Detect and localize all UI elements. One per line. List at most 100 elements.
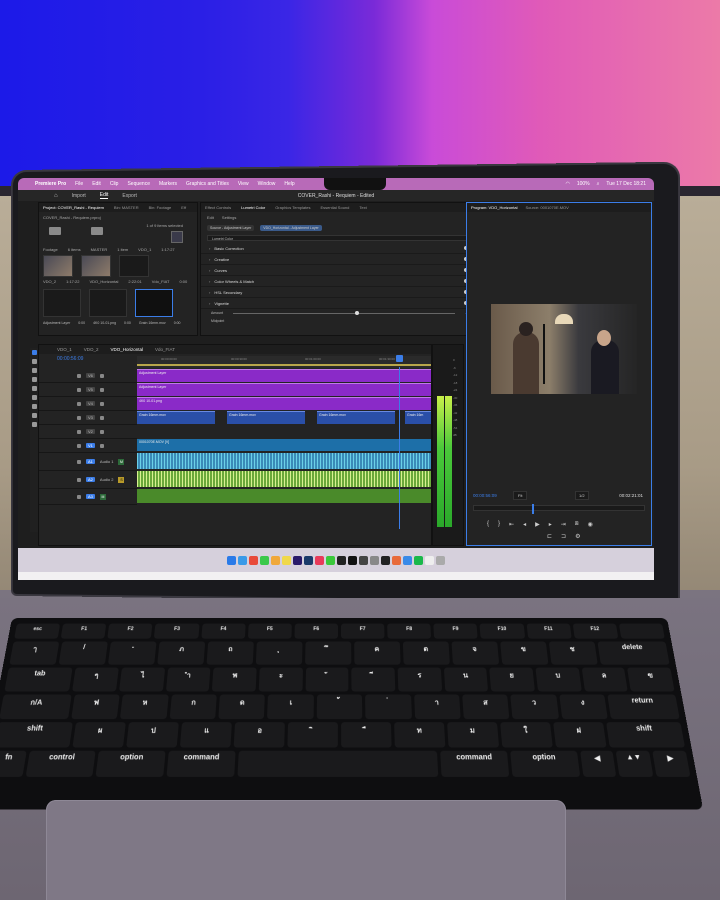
eye-icon[interactable] [99, 429, 104, 434]
dock-chrome-icon[interactable] [249, 555, 258, 565]
clip-audio-a3[interactable] [137, 489, 431, 503]
key-[interactable]: ี [351, 667, 396, 692]
dock-spotify-icon[interactable] [414, 555, 423, 565]
menubar-clock[interactable]: Tue 17 Dec 18:21 [606, 181, 646, 187]
go-to-out-icon[interactable]: ⇥ [561, 521, 566, 528]
timeline-playhead[interactable] [396, 355, 403, 529]
tab-essential-sound[interactable]: Essential Sound [320, 205, 349, 210]
key-shift[interactable]: shift [605, 722, 686, 748]
key-F9[interactable]: F9 [433, 623, 479, 639]
track-select-icon[interactable] [31, 359, 37, 364]
key-[interactable]: ช [548, 641, 598, 665]
menu-clip[interactable]: Clip [110, 181, 119, 187]
dock-premiere-icon[interactable] [293, 555, 302, 565]
menu-graphics[interactable]: Graphics and Titles [186, 181, 229, 187]
key-[interactable]: ◀ [579, 750, 617, 777]
clip-audio-a2[interactable] [137, 471, 431, 487]
key-[interactable]: ▲▼ [616, 750, 654, 777]
track-label[interactable]: A2 [86, 477, 95, 482]
lock-icon[interactable] [77, 494, 81, 499]
key-[interactable]: น [443, 667, 489, 692]
step-back-icon[interactable]: ◂ [523, 521, 526, 528]
mute-button[interactable]: M [99, 493, 106, 500]
project-item[interactable] [81, 255, 111, 277]
tab-source[interactable]: Source: 0001070E.MOV [525, 205, 568, 210]
tab-program[interactable]: Program: VDO_Horizontal [471, 205, 517, 210]
program-scrubber[interactable] [473, 504, 645, 514]
key-[interactable]: ุ [255, 641, 303, 665]
project-item[interactable] [89, 289, 127, 317]
tab-text[interactable]: Text [359, 205, 366, 210]
key-esc[interactable]: esc [14, 623, 61, 639]
lock-icon[interactable] [77, 429, 81, 434]
key-[interactable]: ผ [72, 722, 127, 748]
play-icon[interactable]: ▶ [535, 521, 540, 528]
track-label[interactable]: A1 [86, 459, 95, 464]
tab-seq-vdo1[interactable]: VDO_1 [57, 347, 72, 352]
project-item[interactable] [43, 289, 81, 317]
key-F8[interactable]: F8 [387, 623, 432, 639]
extract-icon[interactable]: ⊐ [561, 533, 566, 540]
wifi-icon[interactable]: ◠ [565, 181, 569, 187]
project-item-selected[interactable] [135, 289, 173, 317]
clip-adjustment-2[interactable]: Adjustment Layer [137, 383, 431, 396]
project-item[interactable] [43, 255, 73, 277]
track-label[interactable]: V4 [86, 401, 95, 406]
clip-png[interactable]: 4K0 10-01.png [137, 397, 431, 410]
key-space[interactable] [618, 623, 665, 639]
dock-safari-icon[interactable] [238, 555, 247, 565]
slip-icon[interactable] [31, 386, 37, 391]
vignette-amount-slider[interactable]: Amount -0.7 [201, 309, 481, 317]
key-F6[interactable]: F6 [294, 623, 338, 639]
touchpad[interactable] [46, 800, 566, 900]
key-[interactable]: ๆ [72, 667, 120, 692]
tab-effects[interactable]: Eff [181, 205, 186, 210]
folder-icon[interactable] [91, 227, 103, 235]
key-[interactable]: ้ [316, 694, 363, 720]
menu-window[interactable]: Window [258, 181, 276, 187]
menu-edit[interactable]: Edit [92, 181, 101, 187]
solo-button[interactable]: S [118, 476, 125, 483]
clip-grain-4[interactable]: Grain 16m [405, 411, 431, 424]
tab-effect-controls[interactable]: Effect Controls [205, 205, 231, 210]
lock-icon[interactable] [77, 443, 81, 448]
key-space[interactable] [236, 750, 439, 777]
key-[interactable]: ั [305, 667, 349, 692]
mark-in-icon[interactable]: { [487, 521, 489, 528]
key-option[interactable]: option [95, 750, 166, 777]
go-to-in-icon[interactable]: ⇤ [509, 521, 514, 528]
dock-messages-icon[interactable] [260, 555, 269, 565]
vignette-midpoint-slider[interactable]: Midpoint [201, 317, 481, 325]
key-[interactable]: ฃ [627, 667, 675, 692]
key-F11[interactable]: F11 [526, 623, 572, 639]
lumetri-effect-dropdown[interactable]: Lumetri Color [207, 235, 475, 241]
key-[interactable]: ๅ [9, 641, 60, 665]
eye-icon[interactable] [99, 443, 104, 448]
key-[interactable]: เ [267, 694, 314, 720]
key-[interactable]: ส [462, 694, 510, 720]
key-F5[interactable]: F5 [247, 623, 292, 639]
key-[interactable]: ฟ [71, 694, 121, 720]
key-[interactable]: ง [558, 694, 608, 720]
menu-help[interactable]: Help [284, 181, 294, 187]
key-F2[interactable]: F2 [107, 623, 153, 639]
project-item[interactable] [119, 255, 149, 277]
key-return[interactable]: return [607, 694, 680, 720]
section-hsl-secondary[interactable]: HSL Secondary [201, 287, 481, 298]
key-F10[interactable]: F10 [479, 623, 525, 639]
dock-arc-icon[interactable] [392, 555, 401, 565]
tab-bin-footage[interactable]: Bin: Footage [149, 205, 172, 210]
lock-icon[interactable] [77, 373, 81, 378]
key-[interactable]: ใ [499, 722, 553, 748]
key-[interactable]: ข [499, 641, 549, 665]
search-icon[interactable]: ⌕ [597, 181, 600, 187]
battery-level[interactable]: 100% [577, 181, 590, 187]
key-[interactable]: ห [120, 694, 169, 720]
key-[interactable]: จ [451, 641, 499, 665]
menu-app-name[interactable]: Premiere Pro [35, 181, 66, 187]
pen-icon[interactable] [31, 395, 37, 400]
key-[interactable]: ื [341, 722, 392, 748]
clip-video-v1[interactable]: 0001070E.MOV [V] [137, 439, 431, 451]
key-[interactable]: พ [212, 667, 257, 692]
key-[interactable]: / [58, 641, 108, 665]
